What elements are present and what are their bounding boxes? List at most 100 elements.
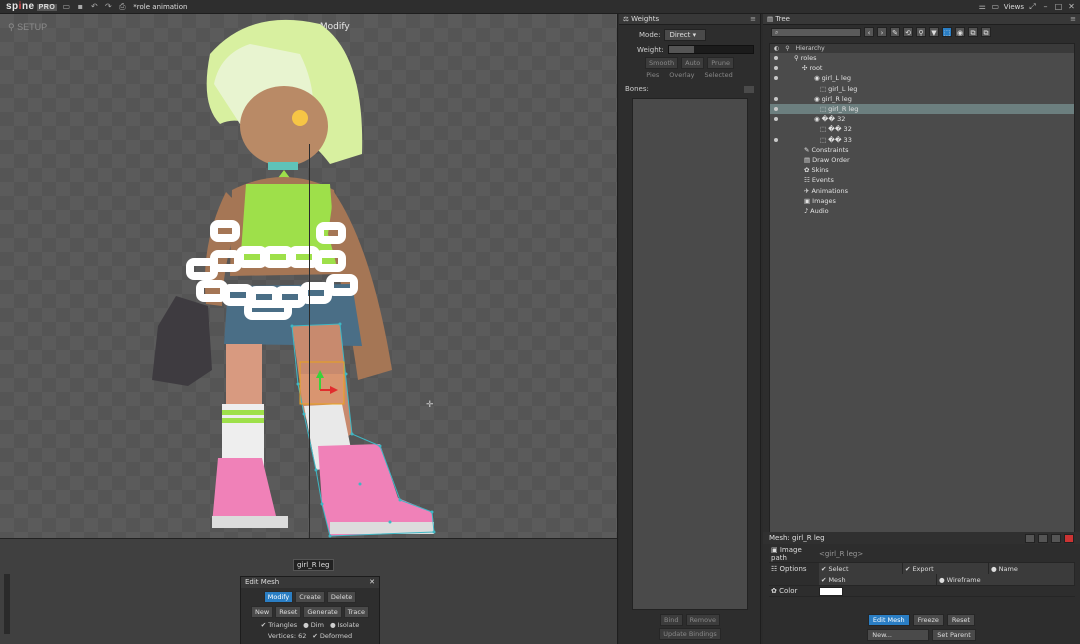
tree-node-icon: ▣ [804, 196, 811, 205]
tree-row[interactable]: ☷ Events [770, 175, 1074, 185]
tree-row[interactable]: ◉ girl_L leg [770, 73, 1074, 83]
duplicate-icon[interactable] [1051, 533, 1061, 543]
delete-icon[interactable] [1064, 533, 1074, 543]
save-icon[interactable]: ▪ [75, 2, 85, 12]
panel-menu-icon[interactable]: ≡ [750, 15, 760, 23]
wireframe-checkbox[interactable]: ● Wireframe [937, 574, 1075, 585]
tab-tree[interactable]: ▤ Tree ≡ [763, 14, 1080, 25]
tree-row[interactable]: ⬚ �� 33 [770, 135, 1074, 145]
copy-icon[interactable]: ⧉ [968, 27, 978, 37]
tree-row[interactable]: ▣ Images [770, 196, 1074, 206]
tree-row[interactable]: ⚲ roles [770, 53, 1074, 63]
freeze-button[interactable]: Freeze [912, 614, 944, 626]
pencil-icon[interactable]: ✎ [890, 27, 900, 37]
close-icon[interactable]: ✕ [369, 577, 379, 588]
tab-weights[interactable]: ⚖ Weights ≡ [619, 14, 760, 25]
export-icon[interactable]: ⎙ [117, 2, 127, 12]
export-checkbox[interactable]: ✔ Export [903, 563, 989, 574]
tree-row[interactable]: ✿ Skins [770, 165, 1074, 175]
update-bindings-button[interactable]: Update Bindings [659, 628, 721, 640]
delete-button[interactable]: Delete [326, 591, 357, 603]
undo-icon[interactable]: ↶ [89, 2, 99, 12]
tree-row[interactable]: ⬚ girl_L leg [770, 84, 1074, 94]
tree-row[interactable]: ♪ Audio [770, 206, 1074, 216]
adjust-icon[interactable]: ⚌ [978, 2, 987, 11]
trace-button[interactable]: Trace [343, 606, 369, 618]
tree-node-icon: ♪ [804, 206, 809, 215]
visibility-dot-icon[interactable] [774, 96, 778, 101]
mesh-checkbox[interactable]: ✔ Mesh [819, 574, 937, 585]
bones-add-icon[interactable] [744, 85, 754, 93]
bone-filter-icon[interactable]: ⟲ [903, 27, 913, 37]
auto-button[interactable]: Auto [681, 57, 705, 69]
dim-checkbox[interactable]: ● Dim [303, 621, 324, 629]
name-checkbox[interactable]: ● Name [989, 563, 1075, 574]
tree-row[interactable]: ✈ Animations [770, 185, 1074, 195]
tree-row[interactable]: ✎ Constraints [770, 145, 1074, 155]
expand-icon[interactable]: ⤢ [1028, 2, 1037, 11]
overlay-toggle[interactable]: Overlay [669, 71, 694, 79]
tree-row[interactable]: ⬚ �� 32 [770, 124, 1074, 134]
views-button[interactable]: Views [1004, 3, 1024, 11]
visibility-dot-icon[interactable] [774, 137, 778, 142]
scrollbar[interactable] [4, 574, 10, 634]
set-parent-button[interactable]: Set Parent [932, 629, 976, 641]
pin-icon[interactable]: ⚲ [916, 27, 926, 37]
modify-button[interactable]: Modify [263, 591, 294, 603]
prune-button[interactable]: Prune [707, 57, 734, 69]
minimize-icon[interactable]: – [1041, 2, 1050, 11]
tree-row-label: ⬚ girl_R leg [770, 105, 858, 113]
bind-button[interactable]: Bind [660, 614, 683, 626]
smooth-button[interactable]: Smooth [645, 57, 679, 69]
tree-row[interactable]: ▤ Draw Order [770, 155, 1074, 165]
prev-icon[interactable]: ‹ [864, 27, 874, 37]
tree-row[interactable]: ⬚ girl_R leg [770, 103, 1074, 115]
color-swatch[interactable] [819, 586, 843, 596]
mesh-filter-icon[interactable]: ⬚ [942, 27, 952, 37]
image-path-field[interactable]: <girl_R leg> [819, 550, 1075, 558]
key-icon[interactable] [1038, 533, 1048, 543]
reset-button[interactable]: Reset [946, 614, 976, 626]
folder-icon[interactable]: ▭ [61, 2, 71, 12]
pies-toggle[interactable]: Pies [646, 71, 659, 79]
mode-select[interactable]: Direct ▾ [664, 29, 707, 41]
edit-mesh-titlebar[interactable]: Edit Mesh ✕ [241, 577, 379, 588]
isolate-checkbox[interactable]: ● Isolate [330, 621, 359, 629]
paste-icon[interactable]: ⧉ [981, 27, 991, 37]
tree-node-text: girl_L leg [828, 84, 858, 93]
spine-logo[interactable]: spine PRO [0, 1, 58, 12]
create-button[interactable]: Create [295, 591, 325, 603]
triangles-checkbox[interactable]: ✔ Triangles [261, 621, 297, 629]
eye-filter-icon[interactable]: ◉ [955, 27, 965, 37]
panel-menu-icon[interactable]: ≡ [1070, 15, 1080, 23]
tree-row[interactable]: ✣ root [770, 63, 1074, 73]
edit-mesh-button[interactable]: Edit Mesh [867, 614, 910, 626]
bones-icon[interactable] [1025, 533, 1035, 543]
new-button[interactable]: New... [867, 629, 930, 641]
remove-button[interactable]: Remove [685, 614, 720, 626]
new-button[interactable]: New [251, 606, 274, 618]
bone-name-tag: girl_R leg [293, 559, 334, 571]
weight-slider[interactable] [667, 45, 754, 54]
tree-search-input[interactable]: ⌕ [771, 27, 861, 37]
filter-icon[interactable]: ▼ [929, 27, 939, 37]
bones-list[interactable] [632, 98, 748, 610]
maximize-icon[interactable]: □ [1054, 2, 1063, 11]
tree-rows: ⚲ roles ✣ root ◉ girl_L leg ⬚ girl_L leg ◉ girl_R… [770, 53, 1074, 216]
selected-toggle[interactable]: Selected [705, 71, 733, 79]
deformed-checkbox[interactable]: ✔ Deformed [312, 632, 352, 640]
generate-button[interactable]: Generate [303, 606, 342, 618]
tree-node-icon: ◉ [814, 115, 820, 124]
select-checkbox[interactable]: ✔ Select [819, 563, 903, 574]
visibility-dot-icon[interactable] [774, 107, 778, 112]
reset-button[interactable]: Reset [275, 606, 302, 618]
mesh-properties-title: Mesh: girl_R leg [769, 534, 825, 542]
tree-row[interactable]: ◉ girl_R leg [770, 94, 1074, 104]
tree-row[interactable]: ◉ �� 32 [770, 114, 1074, 124]
close-icon[interactable]: ✕ [1067, 2, 1076, 11]
crosshair-icon: ✛ [426, 400, 434, 410]
options-label: ☷ Options [771, 565, 807, 573]
viewport[interactable]: ⚲ SETUP Edit Mesh: Modify [0, 14, 618, 644]
redo-icon[interactable]: ↷ [103, 2, 113, 12]
next-icon[interactable]: › [877, 27, 887, 37]
